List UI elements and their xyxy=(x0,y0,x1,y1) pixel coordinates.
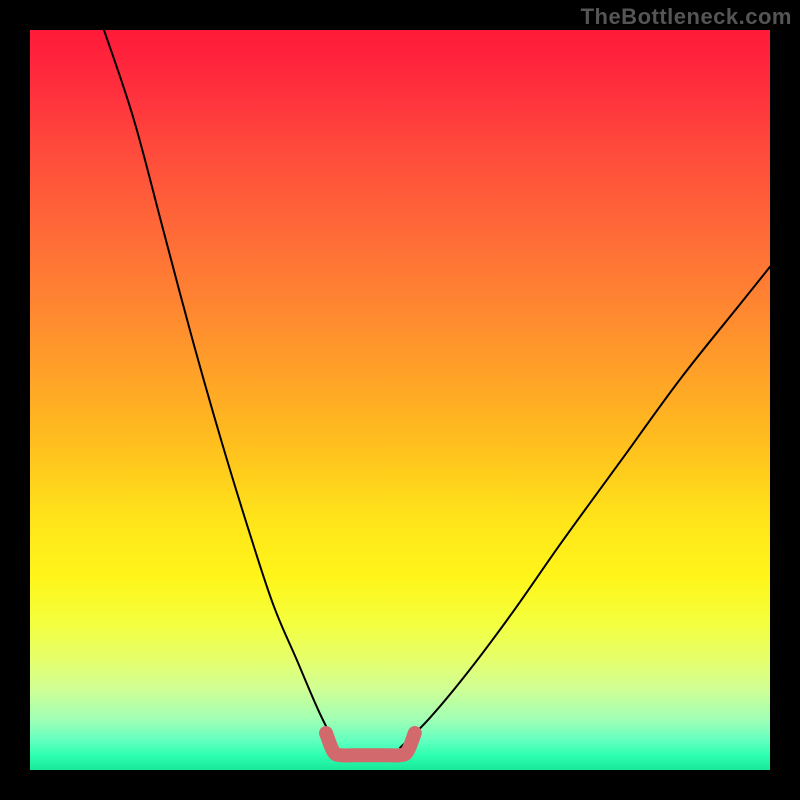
left-curve-line xyxy=(104,30,337,748)
chart-frame: TheBottleneck.com xyxy=(0,0,800,800)
right-curve-line xyxy=(400,267,770,748)
chart-svg xyxy=(30,30,770,770)
plot-area xyxy=(30,30,770,770)
valley-highlight-line xyxy=(326,733,415,755)
watermark-text: TheBottleneck.com xyxy=(581,4,792,30)
